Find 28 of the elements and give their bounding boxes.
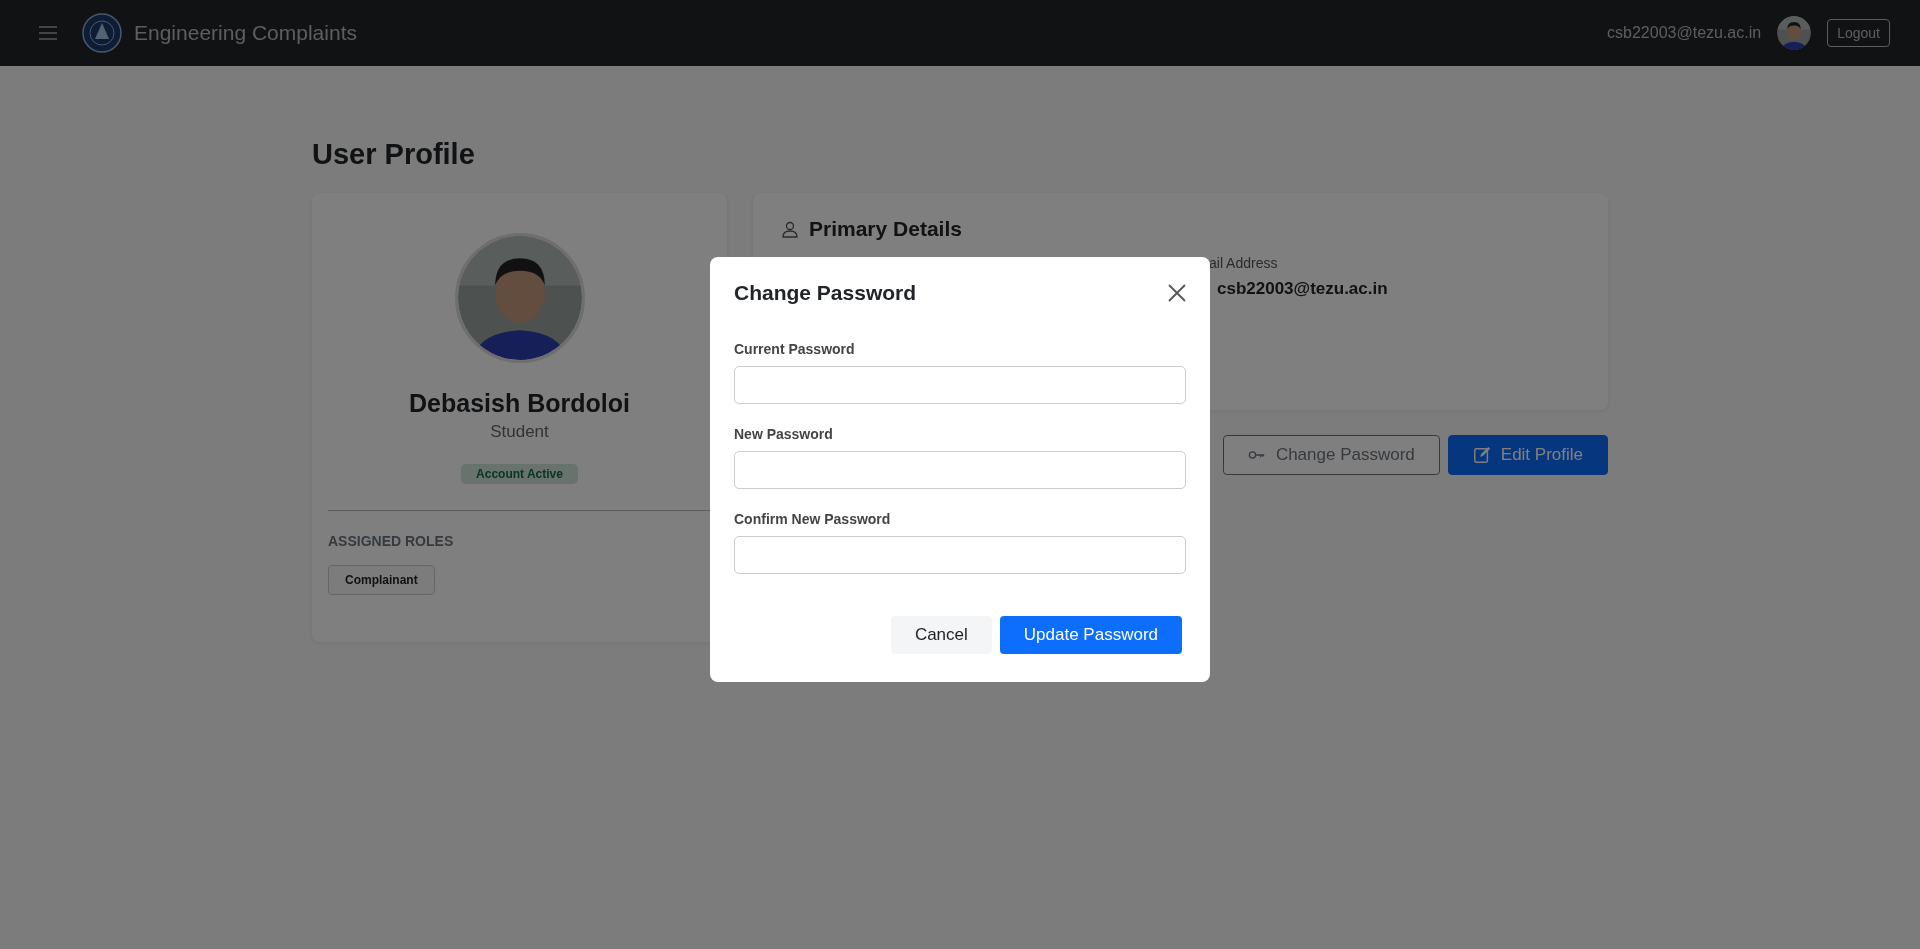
update-password-button[interactable]: Update Password <box>999 616 1182 654</box>
field-label: Current Password <box>734 341 856 357</box>
field-label: New Password <box>734 426 834 442</box>
change-password-button[interactable]: Change Password <box>1222 435 1440 475</box>
emblem-logo-icon <box>82 13 122 53</box>
page-title: User Profile <box>312 138 476 171</box>
cancel-button[interactable]: Cancel <box>890 616 992 654</box>
field-label: ail Address <box>1209 255 1279 271</box>
section-heading: ASSIGNED ROLES <box>328 533 454 549</box>
close-icon[interactable] <box>1168 284 1186 302</box>
menu-icon[interactable] <box>38 25 58 41</box>
password-field[interactable] <box>734 451 1186 489</box>
logout-button[interactable]: Logout <box>1827 19 1890 47</box>
field-label: Confirm New Password <box>734 511 892 527</box>
person-icon <box>781 220 799 238</box>
status-badge: Account Active <box>461 464 578 484</box>
edit-profile-button[interactable]: Edit Profile <box>1447 435 1608 475</box>
user-name: Debasish Bordoloi <box>409 389 630 418</box>
user-email: csb22003@tezu.ac.in <box>1607 24 1762 42</box>
card-title: Primary Details <box>809 217 962 241</box>
role-badge: Complainant <box>328 565 435 595</box>
password-field[interactable] <box>734 366 1186 404</box>
edit-icon <box>1472 446 1491 464</box>
password-field[interactable] <box>734 536 1186 574</box>
field-value: csb22003@tezu.ac.in <box>1217 279 1389 299</box>
user-role: Student <box>490 422 549 442</box>
dialog-title: Change Password <box>734 281 917 305</box>
app-title: Engineering Complaints <box>134 21 357 45</box>
